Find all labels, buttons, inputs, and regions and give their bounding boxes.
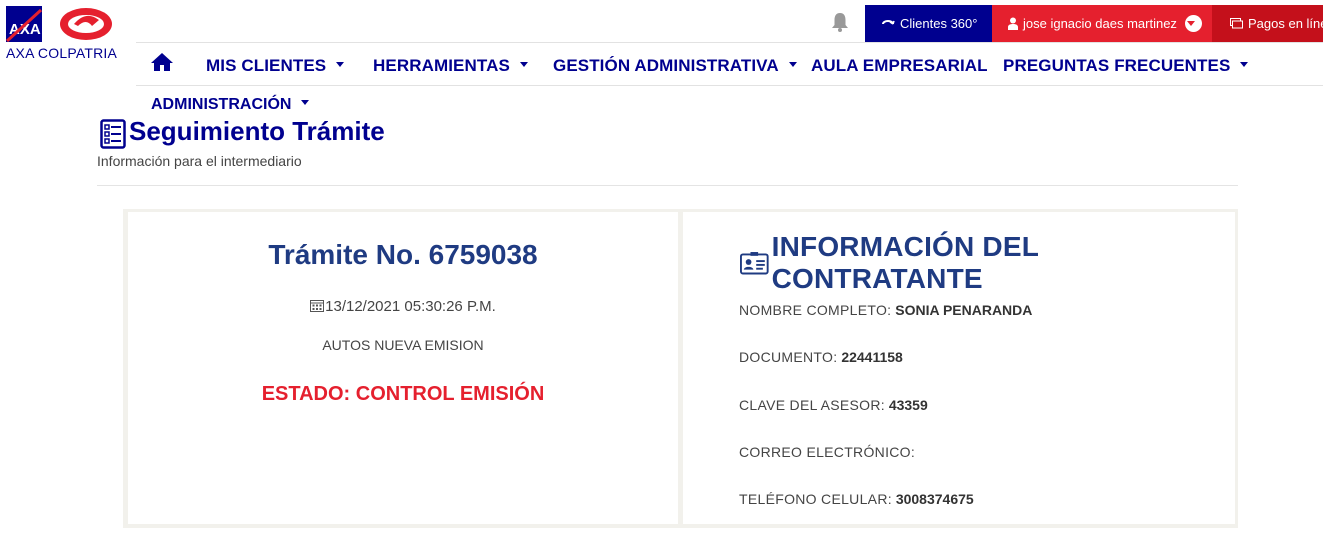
contratante-title: INFORMACIÓN DEL CONTRATANTE <box>771 231 1039 294</box>
page-subtitle: Información para el intermediario <box>97 153 302 169</box>
clientes-360-button[interactable]: Clientes 360° <box>865 5 992 42</box>
chevron-down-icon <box>1184 15 1202 32</box>
page-title: Seguimiento Trámite <box>129 116 385 146</box>
bell-icon[interactable] <box>831 12 849 32</box>
field-label: DOCUMENTO: <box>739 349 838 365</box>
tramite-type: AUTOS NUEVA EMISION <box>322 337 484 353</box>
nav-label: ADMINISTRACIÓN <box>151 96 292 113</box>
field-clave-asesor: CLAVE DEL ASESOR: 43359 <box>739 397 928 413</box>
nav-label: AULA EMPRESARIAL <box>811 56 988 75</box>
pagos-en-linea-button[interactable]: Pagos en línea <box>1212 5 1323 42</box>
main-nav: MIS CLIENTES HERRAMIENTAS GESTIÓN ADMINI… <box>136 43 1323 86</box>
field-documento: DOCUMENTO: 22441158 <box>739 349 903 365</box>
nav-item-aula-empresarial[interactable]: AULA EMPRESARIAL <box>811 56 988 76</box>
nav-item-preguntas-frecuentes[interactable]: PREGUNTAS FRECUENTES <box>1003 56 1249 76</box>
nav-label: GESTIÓN ADMINISTRATIVA <box>553 56 779 75</box>
chevron-down-icon <box>788 62 797 68</box>
brand-name: AXA COLPATRIA <box>6 45 118 61</box>
field-telefono: TELÉFONO CELULAR: 3008374675 <box>739 491 974 507</box>
field-label: NOMBRE COMPLETO: <box>739 302 892 318</box>
field-nombre: NOMBRE COMPLETO: SONIA PENARANDA <box>739 302 1032 318</box>
chevron-down-icon <box>336 62 345 68</box>
nav-item-herramientas[interactable]: HERRAMIENTAS <box>373 56 528 76</box>
tramite-status: ESTADO: CONTROL EMISIÓN <box>261 383 545 405</box>
id-card-icon <box>740 252 769 275</box>
field-value: 22441158 <box>841 349 903 365</box>
field-label: CLAVE DEL ASESOR: <box>739 397 885 413</box>
top-utility-bar: Clientes 360° jose ignacio daes martinez… <box>136 0 1323 43</box>
field-label: TELÉFONO CELULAR: <box>739 491 892 507</box>
nav-label: HERRAMIENTAS <box>373 56 510 75</box>
calendar-icon <box>310 300 325 312</box>
cards-container: Trámite No. 6759038 13/12/2021 05:30:26 … <box>123 209 1238 528</box>
user-name: jose ignacio daes martinez <box>1023 16 1177 31</box>
axa-colpatria-logo-icon: AXA <box>5 6 112 43</box>
tramite-number: Trámite No. 6759038 <box>268 239 538 270</box>
nav-item-administracion[interactable]: ADMINISTRACIÓN <box>151 96 310 114</box>
field-value: 43359 <box>888 397 928 413</box>
field-correo: CORREO ELECTRÓNICO: <box>739 444 915 460</box>
user-menu-button[interactable]: jose ignacio daes martinez <box>992 5 1212 42</box>
contratante-card: INFORMACIÓN DEL CONTRATANTE NOMBRE COMPL… <box>683 212 1235 524</box>
field-value: SONIA PENARANDA <box>895 302 1033 318</box>
payment-icon <box>1230 18 1243 29</box>
chevron-down-icon <box>519 62 528 68</box>
tramite-date: 13/12/2021 05:30:26 P.M. <box>128 298 678 315</box>
user-icon <box>1008 17 1018 30</box>
contratante-header: INFORMACIÓN DEL CONTRATANTE <box>740 231 1235 295</box>
pagos-label: Pagos en línea <box>1248 16 1323 31</box>
page-header: Seguimiento Trámite <box>100 113 385 149</box>
nav-label: PREGUNTAS FRECUENTES <box>1003 56 1231 75</box>
field-value: 3008374675 <box>895 491 974 507</box>
home-icon[interactable] <box>150 52 174 72</box>
tramite-date-value: 13/12/2021 05:30:26 P.M. <box>325 298 496 315</box>
nav-item-mis-clientes[interactable]: MIS CLIENTES <box>206 56 345 76</box>
chevron-down-icon <box>301 100 310 106</box>
refresh-icon <box>882 19 895 25</box>
nav-item-gestion-administrativa[interactable]: GESTIÓN ADMINISTRATIVA <box>553 56 797 76</box>
checklist-icon <box>100 119 126 149</box>
clientes-label: Clientes 360° <box>900 16 978 31</box>
divider <box>97 185 1238 186</box>
chevron-down-icon <box>1240 62 1249 68</box>
tramite-card: Trámite No. 6759038 13/12/2021 05:30:26 … <box>128 212 678 524</box>
field-label: CORREO ELECTRÓNICO: <box>739 444 916 460</box>
nav-label: MIS CLIENTES <box>206 56 327 75</box>
